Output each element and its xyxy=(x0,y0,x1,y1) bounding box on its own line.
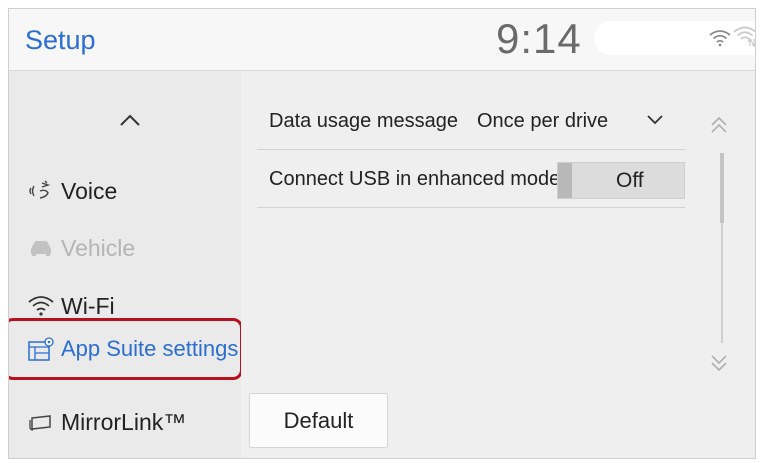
sidebar-item-label: Wi-Fi xyxy=(61,292,115,319)
setting-row-usb-enhanced[interactable]: Connect USB in enhanced mode Off xyxy=(257,151,685,208)
sidebar-item-label: MirrorLink™ xyxy=(61,408,187,435)
toggle-knob xyxy=(558,163,572,198)
sidebar-item-mirrorlink[interactable]: MirrorLink™ xyxy=(9,394,241,450)
setting-label: Data usage message xyxy=(269,109,459,132)
sidebar-item-label: Vehicle xyxy=(61,234,136,261)
wifi-icon xyxy=(709,30,731,47)
scrollbar-thumb[interactable] xyxy=(720,153,724,223)
selection-highlight xyxy=(9,318,243,380)
clock: 9:14 xyxy=(496,15,582,62)
chevron-down-icon[interactable] xyxy=(647,115,663,125)
setting-row-data-usage[interactable]: Data usage message Once per drive xyxy=(257,93,685,150)
header-bar: Setup 9:14 xyxy=(9,9,755,71)
wifi-icon xyxy=(25,295,57,317)
setup-screen: Setup 9:14 Voice Vehicle Wi-Fi App Suite… xyxy=(8,8,756,459)
scroll-up-icon[interactable] xyxy=(707,115,731,137)
wifi-hotspot-icon xyxy=(733,26,755,47)
setting-label: Connect USB in enhanced mode xyxy=(269,167,561,190)
mirrorlink-icon xyxy=(25,413,57,431)
voice-icon xyxy=(25,180,57,202)
scroll-down-icon[interactable] xyxy=(707,351,731,373)
setting-value[interactable]: Once per drive xyxy=(477,110,608,133)
sidebar-item-label: Voice xyxy=(61,177,118,204)
default-button[interactable]: Default xyxy=(249,393,388,448)
page-title: Setup xyxy=(25,25,96,55)
chevron-up-icon[interactable] xyxy=(119,113,141,127)
status-area xyxy=(594,21,755,55)
toggle-state: Off xyxy=(616,169,644,192)
usb-enhanced-toggle[interactable]: Off xyxy=(557,162,685,199)
sidebar-item-voice[interactable]: Voice xyxy=(9,163,241,219)
sidebar-item-vehicle: Vehicle xyxy=(9,220,241,276)
car-icon xyxy=(25,239,57,257)
settings-panel: Data usage message Once per drive Connec… xyxy=(241,71,755,458)
sidebar: Voice Vehicle Wi-Fi App Suite settings M… xyxy=(9,71,243,458)
